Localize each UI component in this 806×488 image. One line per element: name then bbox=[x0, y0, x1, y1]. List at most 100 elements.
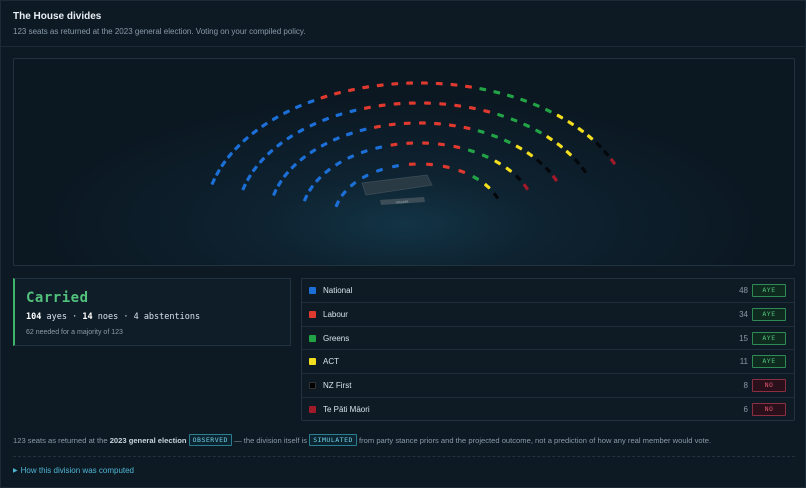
chamber-seat bbox=[391, 82, 399, 86]
chamber-seat bbox=[286, 134, 294, 141]
chamber-seat bbox=[271, 115, 279, 122]
chamber-seat bbox=[506, 93, 514, 99]
chamber-seat bbox=[340, 190, 347, 197]
section-divider bbox=[13, 456, 795, 457]
chamber-seat bbox=[465, 84, 472, 89]
footnote-text: — the division itself is bbox=[231, 436, 310, 445]
chamber-seat bbox=[226, 151, 233, 159]
chamber-seat bbox=[503, 138, 511, 145]
party-name: Te Pāti Māori bbox=[323, 405, 370, 414]
chamber-seat bbox=[234, 143, 241, 151]
chamber-seat bbox=[272, 188, 278, 197]
chamber-seat bbox=[437, 142, 445, 147]
chamber-seat bbox=[422, 141, 430, 145]
chamber-seat bbox=[418, 121, 426, 125]
chamber-seat bbox=[320, 141, 328, 148]
party-name: Greens bbox=[323, 333, 350, 343]
ayes-count: 104 bbox=[26, 312, 42, 322]
chamber-seat bbox=[408, 162, 416, 166]
party-vote-badge: AYE bbox=[752, 307, 786, 321]
chamber-seat bbox=[595, 141, 602, 149]
chamber-seat bbox=[388, 122, 396, 127]
chamber-seat bbox=[408, 101, 416, 105]
chamber-seat bbox=[390, 142, 398, 147]
party-seat-count: 34 bbox=[739, 309, 748, 319]
chamber-seat bbox=[453, 144, 461, 150]
chamber-seat bbox=[493, 192, 499, 200]
chamber-seat bbox=[322, 116, 330, 122]
chamber-seat bbox=[520, 97, 528, 103]
chamber-seat bbox=[362, 85, 370, 90]
panel-header: The House divides 123 seats as returned … bbox=[1, 1, 806, 47]
chamber-seat bbox=[359, 127, 367, 133]
chamber-seat bbox=[532, 102, 540, 108]
chamber-seat bbox=[510, 117, 518, 123]
party-row: NZ First 8 NO bbox=[302, 374, 794, 398]
chamber-seat bbox=[349, 108, 357, 114]
footnote-emphasis: 2023 general election bbox=[109, 436, 187, 445]
chamber-seat bbox=[477, 129, 485, 134]
party-seat-count: 48 bbox=[739, 286, 748, 295]
chamber-seat bbox=[424, 101, 431, 105]
chamber-seat bbox=[468, 106, 476, 111]
footnote-text: from party stance priors and the project… bbox=[356, 436, 712, 445]
chamber-seat bbox=[515, 174, 522, 182]
tally-separator: · bbox=[72, 312, 78, 322]
party-row: Te Pāti Māori 6 NO bbox=[302, 398, 794, 422]
simulated-tag: SIMULATED bbox=[309, 434, 357, 446]
chamber-seat bbox=[463, 125, 471, 131]
party-color-swatch bbox=[309, 287, 316, 294]
chamber-seat bbox=[551, 175, 558, 182]
chamber-seat bbox=[261, 121, 268, 128]
chamber-seat bbox=[556, 113, 564, 120]
chamber-seat bbox=[391, 164, 400, 169]
chamber-seat bbox=[458, 169, 466, 174]
party-color-swatch bbox=[309, 406, 316, 413]
chamber-seat bbox=[376, 83, 384, 88]
party-name: ACT bbox=[323, 357, 339, 367]
party-row: ACT 11 AYE bbox=[302, 350, 794, 375]
chamber-seat bbox=[303, 194, 309, 202]
chamber-seat bbox=[266, 149, 274, 156]
party-row: Greens 15 AYE bbox=[302, 327, 794, 351]
chamber-seat bbox=[484, 183, 491, 190]
party-color-swatch bbox=[309, 382, 316, 390]
chamber-seat bbox=[210, 178, 216, 185]
party-row: National 48 AYE bbox=[302, 279, 794, 303]
chamber-seat bbox=[307, 99, 315, 105]
chamber-seat bbox=[335, 112, 343, 118]
chamber-visualisation: SPEAKER bbox=[13, 58, 795, 266]
chamber-seat bbox=[544, 166, 552, 174]
party-vote-badge: NO bbox=[752, 379, 786, 393]
chamber-seat bbox=[309, 148, 317, 155]
tally-separator: · bbox=[123, 312, 129, 322]
chamber-seat bbox=[567, 120, 575, 126]
chamber-seat bbox=[406, 81, 414, 85]
party-vote-badge: NO bbox=[752, 403, 786, 416]
chamber-seat bbox=[360, 149, 368, 155]
computation-details-toggle[interactable]: ▶ How this division was computed bbox=[13, 466, 134, 475]
party-name: NZ First bbox=[323, 381, 352, 391]
chamber-seat bbox=[426, 162, 433, 167]
chamber-seat bbox=[522, 183, 529, 191]
party-vote-badge: AYE bbox=[752, 355, 786, 369]
chamber-seat bbox=[251, 128, 259, 135]
vote-tally: 104 ayes · 14 noes · 4 abstentions bbox=[26, 312, 200, 322]
chamber-seat bbox=[565, 150, 573, 157]
chamber-seat bbox=[334, 200, 340, 208]
chamber-seat bbox=[467, 148, 475, 154]
chamber-seat bbox=[246, 174, 252, 182]
chamber-seat bbox=[523, 122, 531, 129]
chamber-seat bbox=[494, 159, 502, 166]
page-title: The House divides bbox=[13, 11, 102, 22]
chamber-seat bbox=[320, 94, 328, 100]
division-panel: The House divides 123 seats as returned … bbox=[0, 0, 806, 488]
chamber-seat bbox=[258, 157, 266, 164]
division-result-card: Carried 104 ayes · 14 noes · 4 abstentio… bbox=[13, 278, 291, 346]
party-seat-count: 15 bbox=[739, 333, 748, 343]
ayes-label: ayes bbox=[46, 312, 67, 322]
footnote-text: 123 seats as returned at the bbox=[13, 436, 110, 445]
chamber-seat bbox=[251, 165, 258, 173]
disclosure-triangle-icon: ▶ bbox=[13, 468, 18, 474]
chamber-seat bbox=[283, 109, 290, 115]
